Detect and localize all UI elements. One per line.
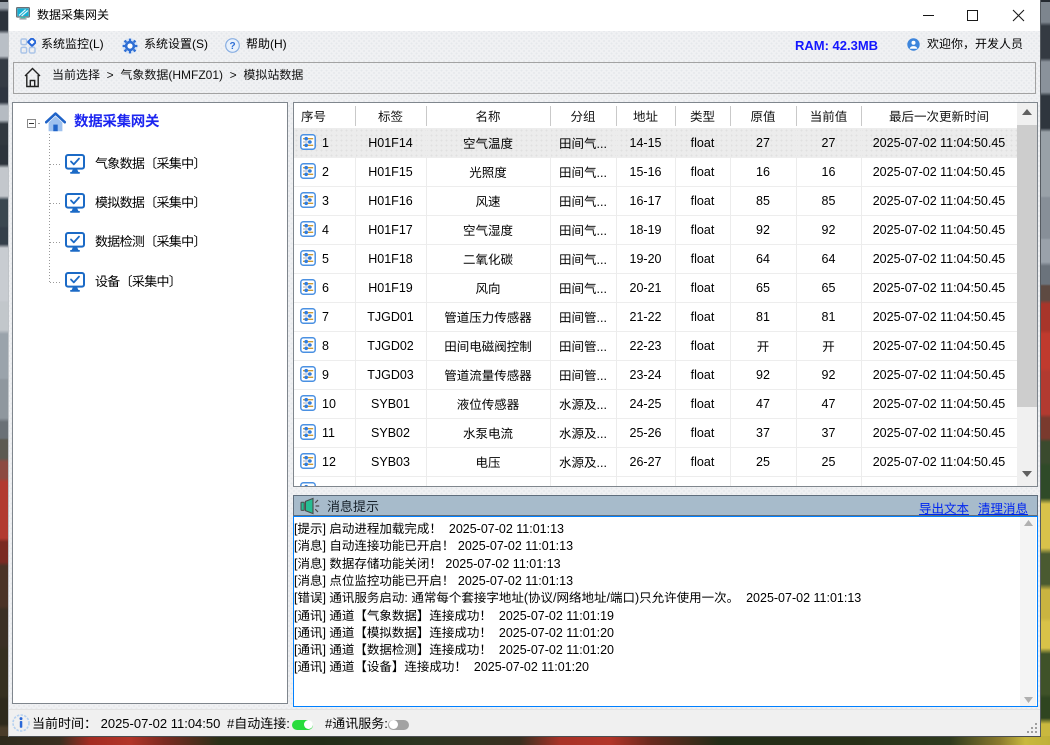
svg-text:?: ? <box>229 41 235 52</box>
